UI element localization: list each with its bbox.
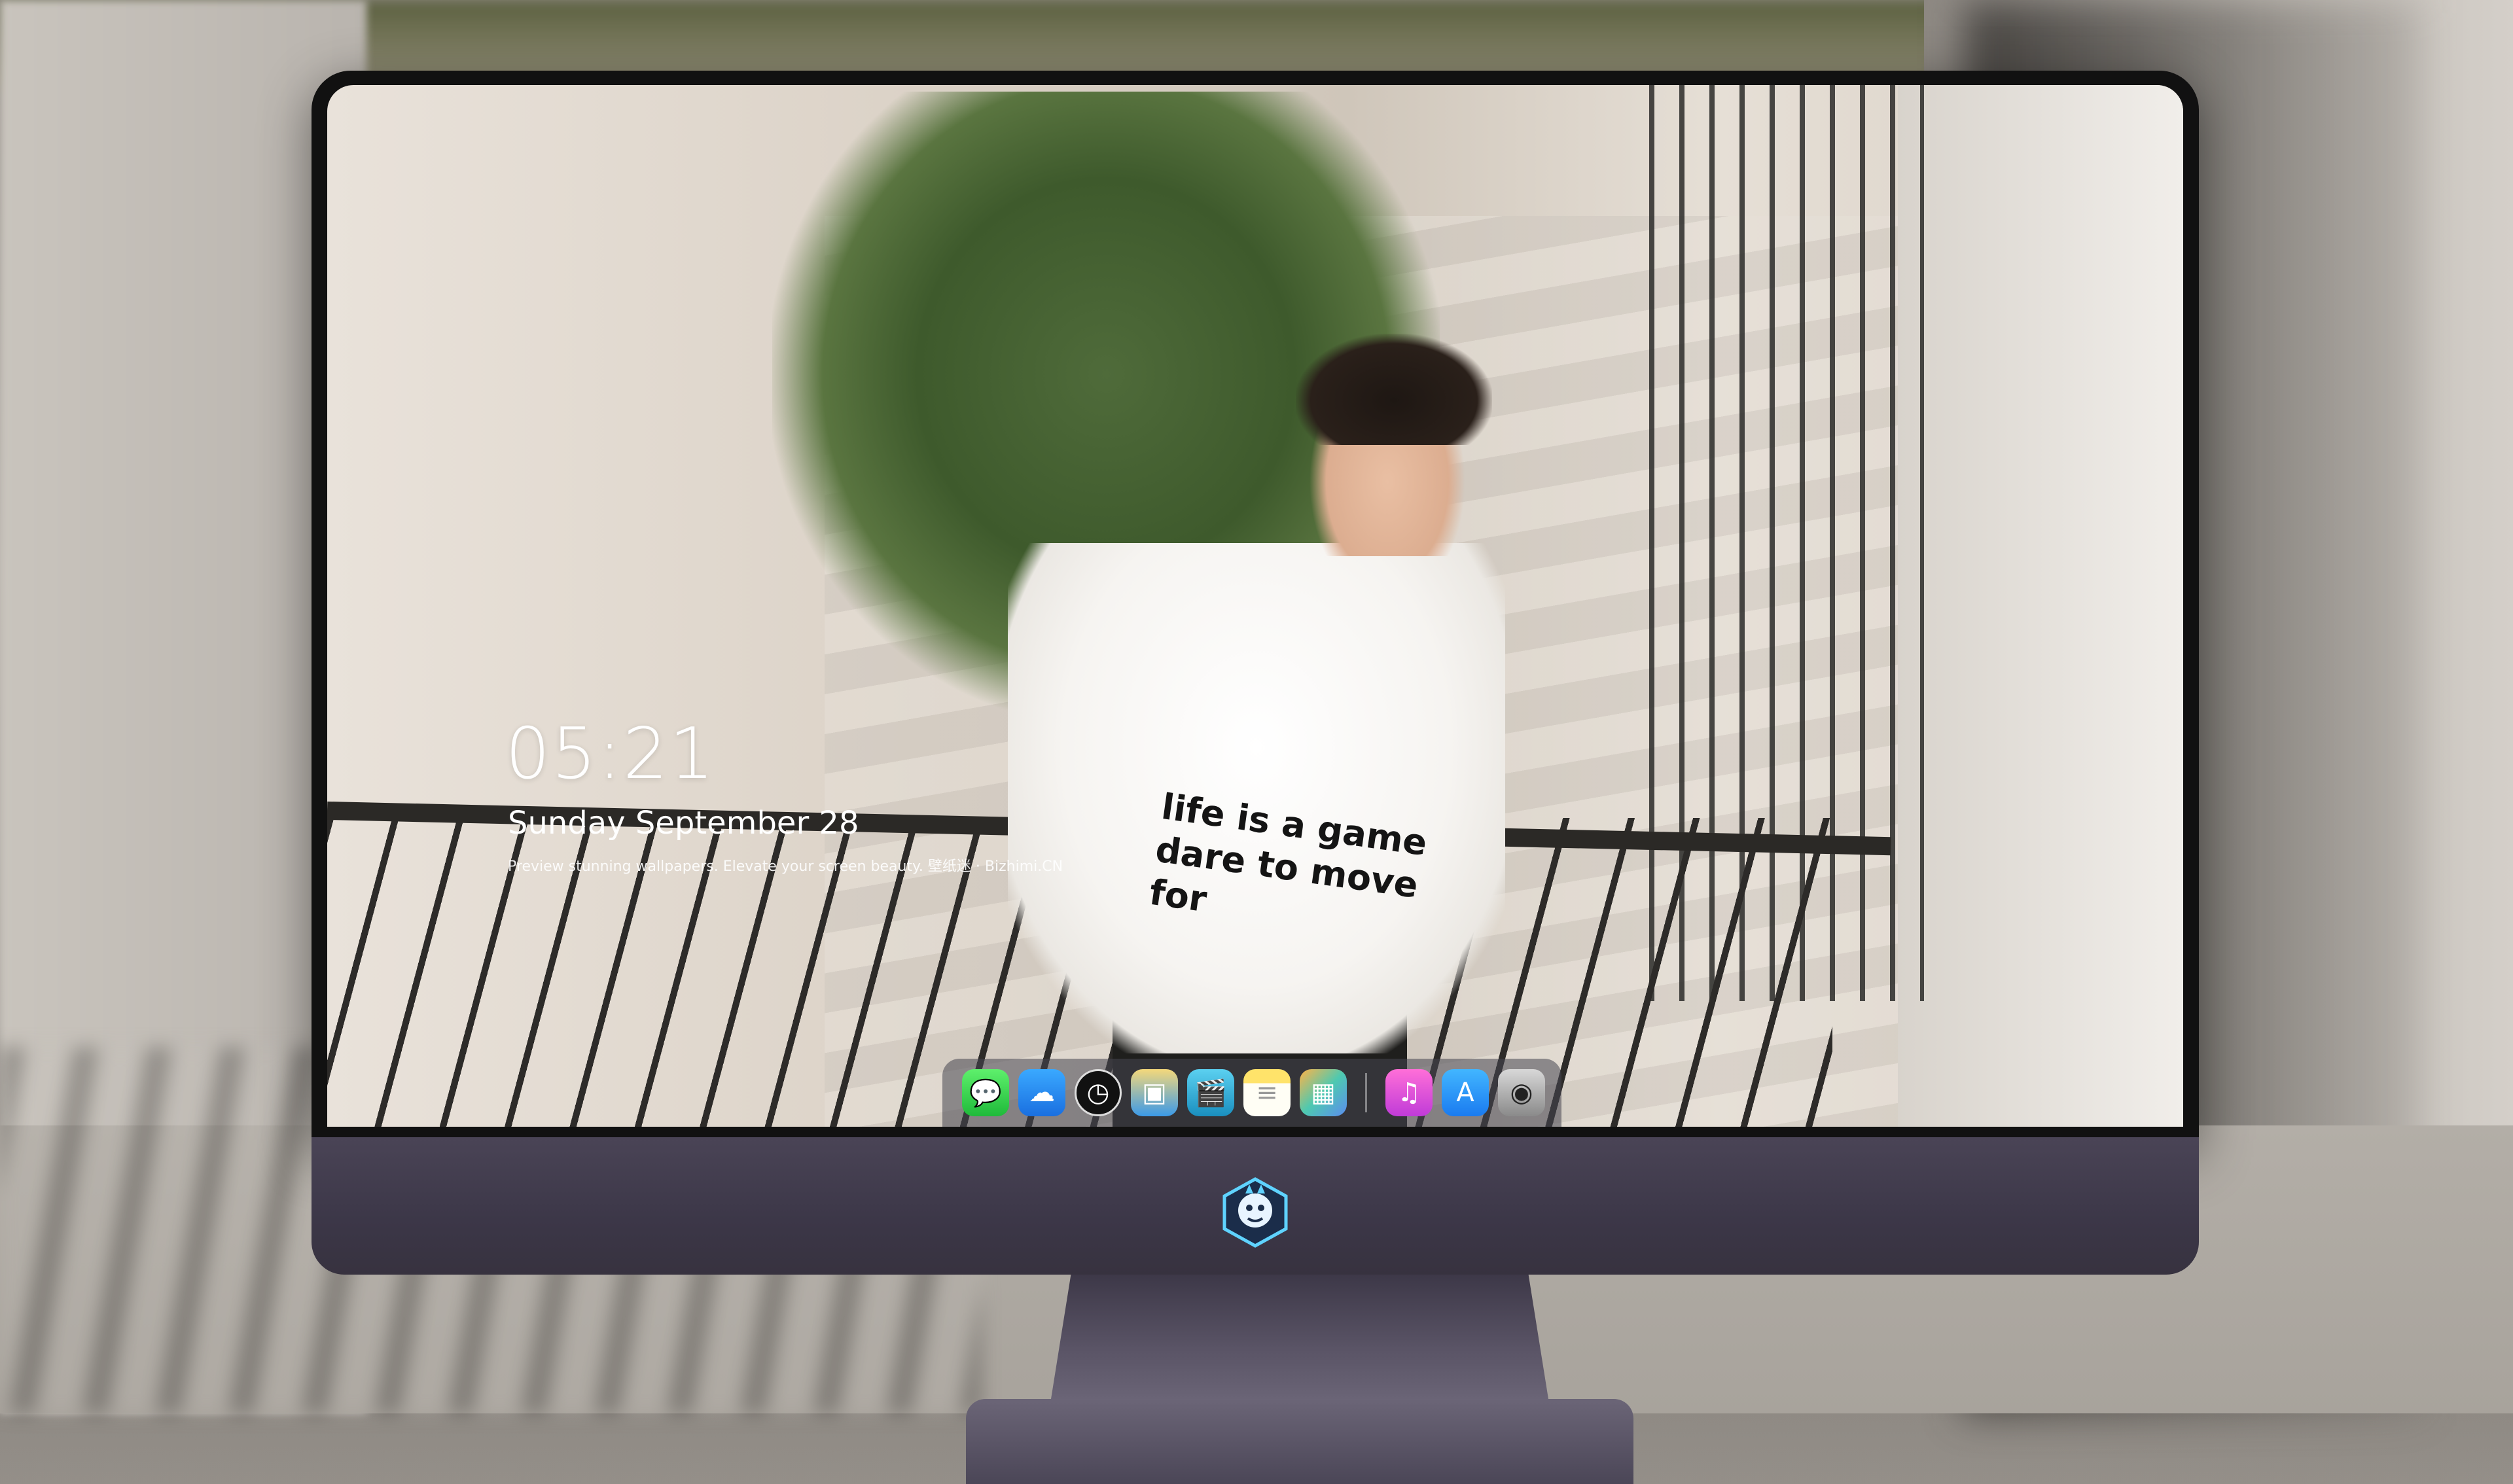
- dock: 💬 ☁ ◷ ▣ 🎬 ≡ ▦ ♫ A ◉: [942, 1059, 1561, 1127]
- claquette-icon[interactable]: 🎬: [1187, 1069, 1234, 1116]
- wallpaper-person-hair: [1296, 334, 1492, 445]
- monitor-stand-base: [966, 1399, 1633, 1484]
- clock-icon[interactable]: ◷: [1075, 1069, 1122, 1116]
- weather-icon[interactable]: ☁: [1018, 1069, 1065, 1116]
- dock-separator: [1365, 1073, 1367, 1112]
- lockscreen-time: 05:21: [505, 713, 716, 795]
- app-store-icon[interactable]: A: [1442, 1069, 1489, 1116]
- monitor-screen[interactable]: life is a game dare to move for 05:21 Su…: [327, 85, 2183, 1127]
- monitor: life is a game dare to move for 05:21 Su…: [312, 71, 2199, 1484]
- preview-icon[interactable]: ▣: [1131, 1069, 1178, 1116]
- messages-icon[interactable]: 💬: [962, 1069, 1009, 1116]
- lockscreen-tagline: Preview stunning wallpapers. Elevate you…: [508, 858, 1063, 875]
- notes-icon[interactable]: ≡: [1243, 1069, 1291, 1116]
- music-icon[interactable]: ♫: [1385, 1069, 1433, 1116]
- wallpaper-right-wall: [1898, 85, 2183, 1127]
- camera-icon[interactable]: ◉: [1498, 1069, 1545, 1116]
- monitor-stand-neck: [1051, 1275, 1548, 1399]
- photos-icon[interactable]: ▦: [1300, 1069, 1347, 1116]
- dragon-mascot-icon: [1222, 1177, 1288, 1248]
- lockscreen-date: Sunday September 28: [508, 805, 859, 841]
